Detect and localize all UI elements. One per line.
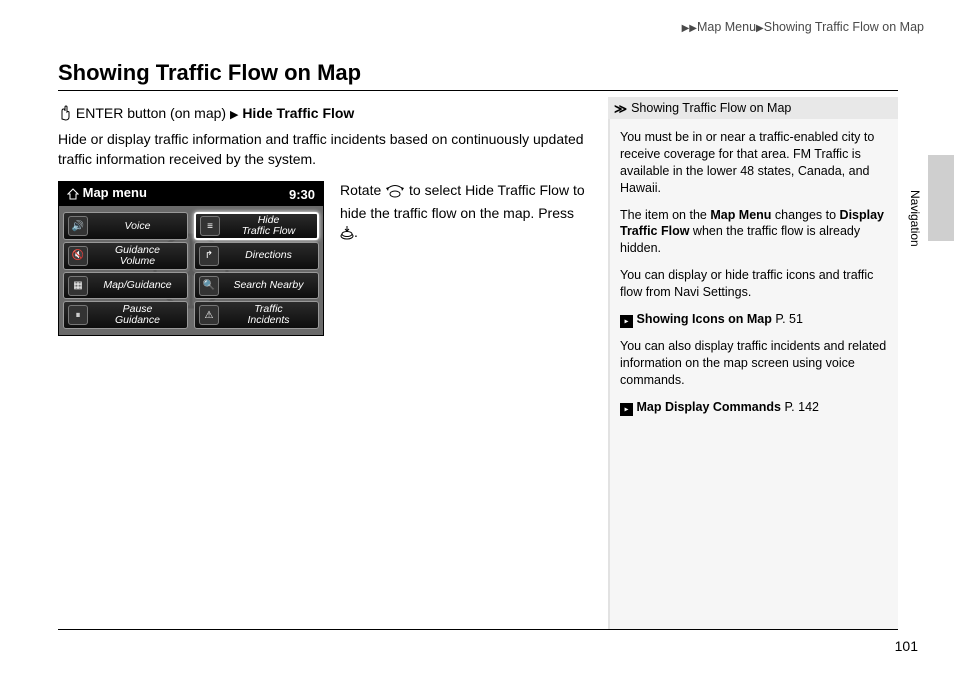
- menu-label: Voice: [92, 221, 183, 232]
- side-tab: [928, 155, 954, 241]
- menu-directions[interactable]: ↱ Directions: [194, 242, 319, 270]
- description: Hide or display traffic information and …: [58, 130, 588, 169]
- menu-map-guidance[interactable]: ▦ Map/Guidance: [63, 272, 188, 300]
- screen-header: Map menu 9:30: [59, 182, 323, 206]
- menu-hide-traffic-flow[interactable]: ≡HideTraffic Flow: [194, 212, 319, 240]
- arrow-icon: ▶▶: [682, 23, 697, 34]
- directions-icon: ↱: [199, 246, 219, 266]
- menu-traffic-incidents[interactable]: ⚠TrafficIncidents: [194, 301, 319, 329]
- menu-guidance-volume[interactable]: 🔇GuidanceVolume: [63, 242, 188, 270]
- speaker-icon: 🔊: [68, 216, 88, 236]
- sidebar-para: The item on the Map Menu changes to Disp…: [620, 207, 888, 258]
- ref-icon: ▸: [620, 403, 633, 416]
- sidebar-para: You can also display traffic incidents a…: [620, 338, 888, 389]
- breadcrumb-part1: Map Menu: [697, 20, 756, 34]
- warning-icon: ⚠: [199, 305, 219, 325]
- sidebar-title: Showing Traffic Flow on Map: [631, 101, 791, 115]
- search-icon: 🔍: [199, 276, 219, 296]
- arrow-icon: ▶: [230, 109, 238, 121]
- hand-icon: [58, 105, 72, 124]
- path-text: ENTER button (on map): [72, 105, 230, 121]
- screen-clock: 9:30: [289, 187, 315, 202]
- home-icon: [67, 188, 79, 203]
- sidebar-para: You must be in or near a traffic-enabled…: [620, 129, 888, 197]
- sidebar-para: You can display or hide traffic icons an…: [620, 267, 888, 301]
- menu-label: PauseGuidance: [92, 304, 183, 326]
- cross-reference: ▸ Map Display Commands P. 142: [620, 399, 888, 416]
- traffic-icon: ≡: [200, 216, 220, 236]
- map-icon: ▦: [68, 276, 88, 296]
- pause-icon: ⏸: [68, 305, 88, 325]
- page-title: Showing Traffic Flow on Map: [58, 60, 898, 91]
- menu-search-nearby[interactable]: 🔍 Search Nearby: [194, 272, 319, 300]
- instruction-target: Hide Traffic Flow: [465, 182, 569, 198]
- menu-pause-guidance[interactable]: ⏸PauseGuidance: [63, 301, 188, 329]
- ref-icon: ▸: [620, 315, 633, 328]
- page-number: 101: [895, 638, 918, 654]
- device-screenshot: Map menu 9:30 🔊 Voice ≡HideTraffic Flow: [58, 181, 324, 336]
- menu-label: Map/Guidance: [92, 280, 183, 291]
- menu-label: HideTraffic Flow: [224, 215, 313, 237]
- sidebar-body: You must be in or near a traffic-enabled…: [608, 119, 898, 629]
- chevron-icon: ≫: [614, 101, 627, 116]
- menu-label: Search Nearby: [223, 280, 314, 291]
- sidebar-header: ≫ Showing Traffic Flow on Map: [608, 97, 898, 119]
- cross-reference: ▸ Showing Icons on Map P. 51: [620, 311, 888, 328]
- press-button-icon: [340, 226, 354, 246]
- side-section-label: Navigation: [908, 190, 922, 247]
- instruction-text: Rotate to select Hide Traffic Flow to hi…: [340, 181, 588, 246]
- menu-label: TrafficIncidents: [223, 304, 314, 326]
- screen-title: Map menu: [83, 185, 147, 200]
- nav-path: ENTER button (on map) ▶ Hide Traffic Flo…: [58, 105, 588, 124]
- menu-label: GuidanceVolume: [92, 245, 183, 267]
- path-target: Hide Traffic Flow: [242, 105, 354, 121]
- breadcrumb-part2: Showing Traffic Flow on Map: [764, 20, 924, 34]
- menu-label: Directions: [223, 250, 314, 261]
- rotate-dial-icon: [385, 184, 405, 204]
- arrow-icon: ▶: [756, 23, 764, 34]
- menu-voice[interactable]: 🔊 Voice: [63, 212, 188, 240]
- breadcrumb: ▶▶Map Menu▶Showing Traffic Flow on Map: [682, 20, 924, 34]
- volume-icon: 🔇: [68, 246, 88, 266]
- footer-rule: [58, 629, 898, 630]
